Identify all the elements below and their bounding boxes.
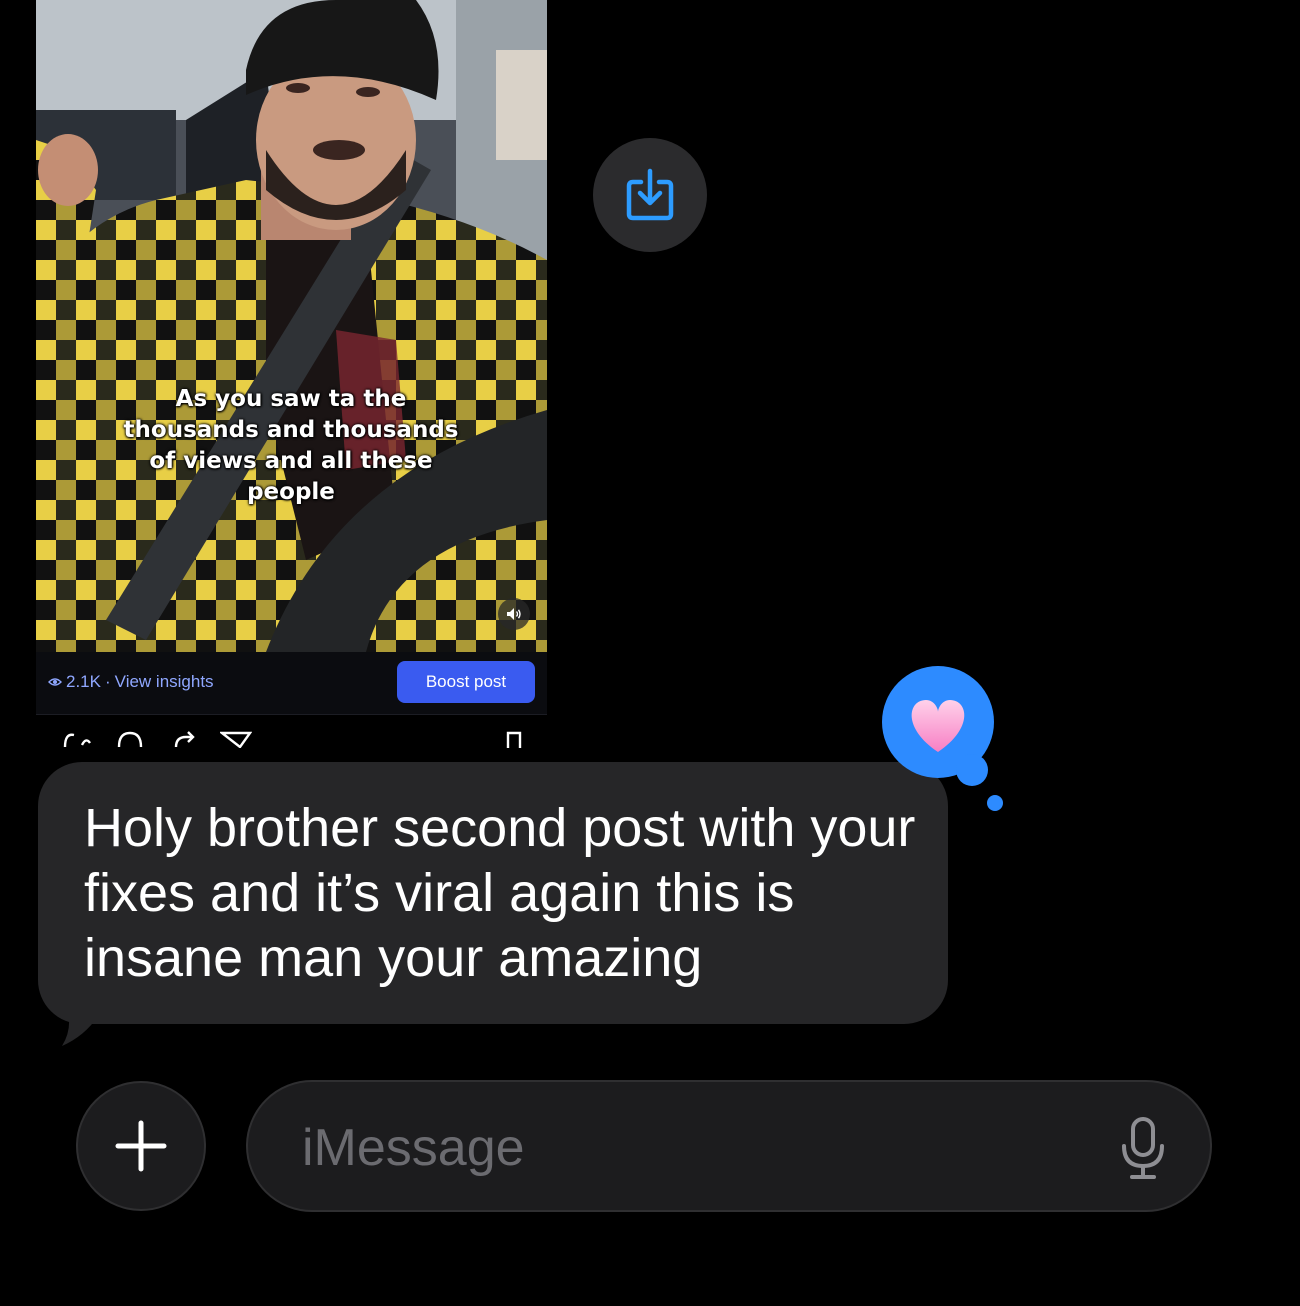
share-icon[interactable] <box>220 729 252 748</box>
speaker-icon <box>507 608 521 620</box>
message-input[interactable] <box>300 1112 1084 1184</box>
message-text: Holy brother second post with your fixes… <box>84 798 916 988</box>
comment-icon[interactable] <box>116 729 144 748</box>
plus-icon <box>115 1120 167 1172</box>
video-caption: As you saw ta the thousands and thousand… <box>123 386 459 505</box>
imessage-field[interactable] <box>246 1080 1212 1212</box>
shared-post-attachment[interactable]: As you saw ta the thousands and thousand… <box>36 0 547 748</box>
post-action-row <box>36 715 547 748</box>
like-icon[interactable] <box>62 729 92 748</box>
bookmark-icon[interactable] <box>506 729 522 748</box>
post-insights-bar: 2.1K · View insights Boost post <box>36 652 547 715</box>
boost-post-button[interactable]: Boost post <box>397 661 535 703</box>
views-separator: · <box>104 672 111 691</box>
heart-tapback-reaction[interactable] <box>872 664 1012 814</box>
bubble-tail <box>58 990 110 1046</box>
view-insights-link[interactable]: 2.1K · View insights <box>48 672 214 692</box>
repost-icon[interactable] <box>172 729 200 748</box>
save-attachment-button[interactable] <box>593 138 707 252</box>
video-frame-image <box>36 0 547 652</box>
views-eye-icon <box>48 678 62 686</box>
microphone-icon[interactable] <box>1118 1116 1168 1180</box>
video-thumbnail[interactable]: As you saw ta the thousands and thousand… <box>36 0 547 652</box>
save-to-photos-icon <box>626 168 674 221</box>
volume-button[interactable] <box>498 598 530 630</box>
view-insights-label: View insights <box>114 672 214 691</box>
view-count: 2.1K <box>66 672 101 691</box>
apps-plus-button[interactable] <box>76 1081 206 1211</box>
